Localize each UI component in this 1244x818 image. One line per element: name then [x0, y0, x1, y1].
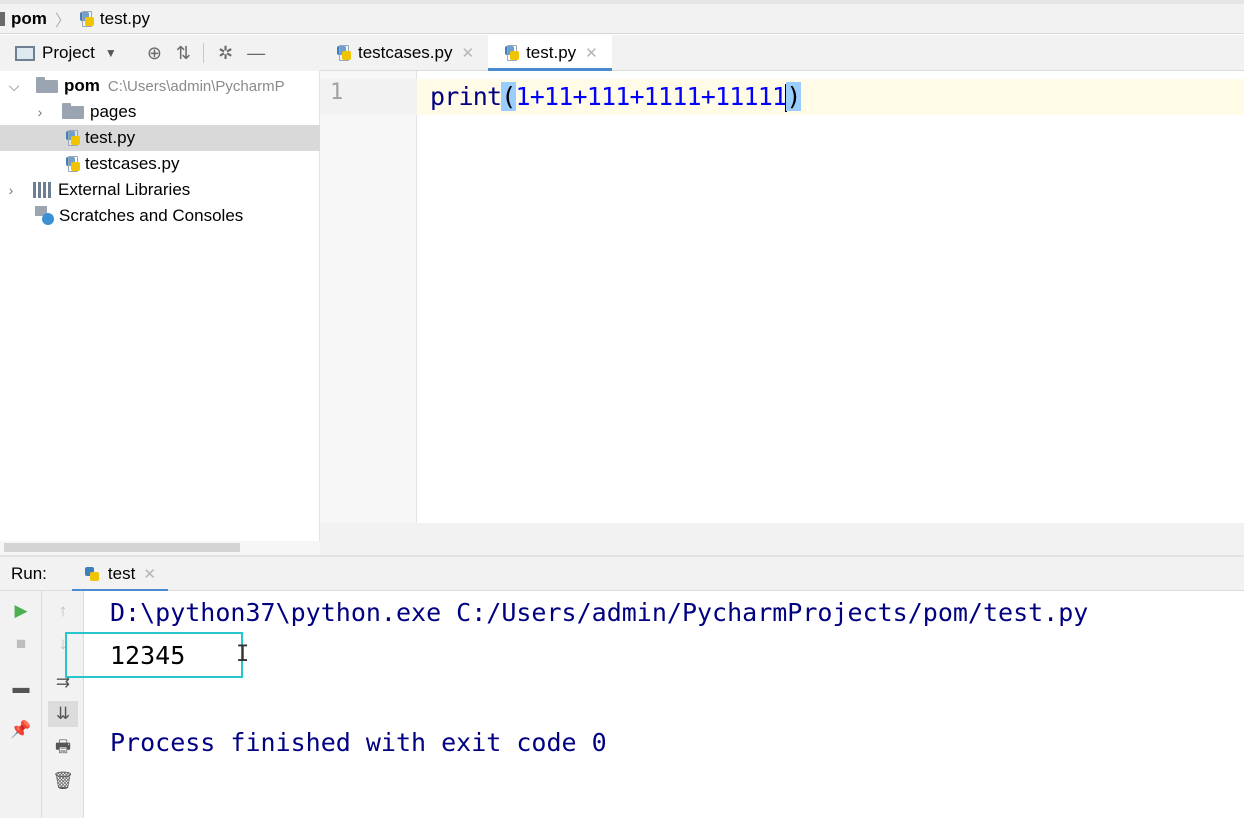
run-label: Run: [11, 563, 47, 583]
library-icon [33, 182, 53, 198]
run-tab-label: test [107, 563, 136, 583]
tree-item-label: External Libraries [58, 180, 191, 199]
collapse-all-icon[interactable]: ⇅ [176, 43, 191, 64]
console-command-line: D:\python37\python.exe C:/Users/admin/Py… [110, 598, 1089, 627]
python-file-icon [504, 44, 520, 61]
run-toolbar-secondary: ↑ ↓ ⇉ ⇊ 🖶 🗑 [42, 591, 84, 818]
code-open-paren: ( [501, 82, 516, 111]
tree-horizontal-scrollbar[interactable] [0, 541, 320, 555]
tree-item-label: Scratches and Consoles [59, 206, 244, 225]
project-view-icon [15, 45, 35, 61]
scroll-to-end-icon[interactable]: ⇊ [48, 701, 78, 727]
python-file-icon [79, 10, 95, 27]
chevron-right-icon[interactable]: › [3, 182, 19, 198]
trash-icon[interactable]: 🗑 [48, 768, 78, 794]
locate-file-icon[interactable]: ⊕ [147, 43, 162, 64]
run-toolbar-primary: ▶ ■ ▬ 📌 [0, 591, 42, 818]
code-line[interactable]: print(1+11+111+1111+11111) [430, 80, 801, 114]
tree-item-path: C:\Users\admin\PycharmP [107, 77, 285, 95]
output-highlight-box [65, 632, 243, 678]
tree-item-testcases-py[interactable]: testcases.py [0, 151, 320, 177]
tree-item-label: pom [64, 76, 100, 95]
tab-label: testcases.py [358, 42, 453, 62]
close-icon[interactable]: ✕ [585, 44, 598, 62]
project-view-selector[interactable]: Project [42, 43, 95, 63]
hide-panel-icon[interactable]: — [247, 43, 265, 64]
tab-testcases[interactable]: testcases.py ✕ [320, 35, 488, 70]
code-function-name: print [430, 82, 502, 111]
breadcrumb-root[interactable]: pom [11, 9, 47, 29]
breadcrumb-separator-icon: 〉 [54, 12, 71, 30]
code-close-paren: ) [786, 82, 801, 111]
code-editor[interactable] [417, 71, 1244, 523]
tree-item-external-libraries[interactable]: › External Libraries [0, 177, 320, 203]
line-number-gutter [320, 71, 417, 523]
tree-item-pom[interactable]: ⌵ pom C:\Users\admin\PycharmP [0, 73, 320, 99]
tree-item-label: pages [90, 102, 137, 121]
breadcrumb-folder-marker [0, 11, 5, 26]
run-tool-window-header: Run: test ✕ [0, 557, 1244, 592]
tree-item-pages[interactable]: › pages [0, 99, 320, 125]
tree-item-label: testcases.py [85, 154, 180, 173]
breadcrumb: pom 〉 test.py [0, 4, 1244, 34]
print-icon[interactable]: 🖶 [48, 735, 78, 761]
chevron-right-icon[interactable]: › [32, 104, 48, 120]
line-number: 1 [330, 80, 344, 105]
chevron-down-icon[interactable]: ⌵ [6, 78, 22, 95]
scrollbar-thumb[interactable] [4, 543, 240, 552]
rerun-icon[interactable]: ▶ [6, 598, 36, 624]
tree-item-scratches[interactable]: Scratches and Consoles [0, 203, 320, 229]
python-file-icon [336, 44, 352, 61]
text-cursor-icon: I [236, 642, 250, 667]
pin-icon[interactable]: 📌 [6, 717, 36, 743]
run-tab-test[interactable]: test ✕ [71, 557, 168, 592]
project-tree: ⌵ pom C:\Users\admin\PycharmP › pages te… [0, 71, 320, 541]
python-icon [84, 566, 100, 582]
restore-layout-icon[interactable]: ▬ [6, 675, 36, 701]
code-expression: 1+11+111+1111+11111 [515, 82, 788, 111]
folder-icon [62, 102, 84, 119]
project-panel-header: Project ▼ ⊕ ⇅ ✲ — [0, 35, 320, 71]
editor-tab-bar: testcases.py ✕ test.py ✕ [320, 35, 1244, 71]
close-icon[interactable]: ✕ [143, 565, 156, 583]
toolbar-divider [203, 43, 204, 63]
folder-icon [36, 76, 58, 93]
arrow-up-icon[interactable]: ↑ [48, 598, 78, 624]
scratches-icon [35, 206, 55, 226]
tab-label: test.py [526, 42, 577, 62]
console-exit-message: Process finished with exit code 0 [110, 728, 607, 757]
tree-item-test-py[interactable]: test.py [0, 125, 320, 151]
python-file-icon [65, 130, 81, 146]
chevron-down-icon[interactable]: ▼ [105, 46, 117, 60]
close-icon[interactable]: ✕ [462, 44, 475, 62]
tab-test[interactable]: test.py ✕ [488, 35, 612, 71]
breadcrumb-file[interactable]: test.py [100, 9, 150, 29]
tree-item-label: test.py [85, 128, 136, 147]
stop-icon[interactable]: ■ [6, 631, 36, 657]
python-file-icon [65, 156, 81, 172]
editor-horizontal-scrollbar[interactable] [320, 523, 1244, 555]
gear-icon[interactable]: ✲ [218, 43, 233, 64]
